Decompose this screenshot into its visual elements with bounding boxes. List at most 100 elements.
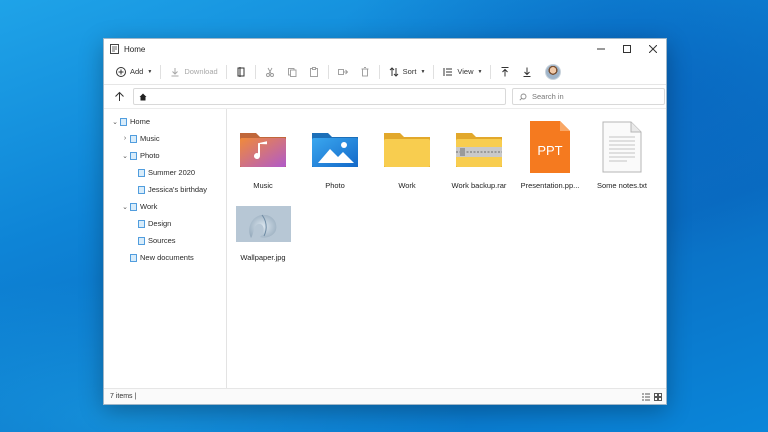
sidebar-item-work[interactable]: ⌄ Work: [104, 198, 226, 215]
chevron-down-icon: ⌄: [122, 152, 128, 160]
sidebar-item-photo[interactable]: ⌄ Photo: [104, 147, 226, 164]
rename-button[interactable]: [230, 62, 252, 82]
sort-label: Sort: [402, 67, 417, 76]
image-thumbnail: [235, 206, 291, 242]
document-icon: [138, 236, 145, 245]
status-bar: 7 items |: [104, 388, 666, 404]
view-label: View: [457, 67, 474, 76]
sidebar-item-label: Jessica's birthday: [148, 185, 207, 194]
toolbar-divider: [254, 64, 256, 79]
view-button[interactable]: View ▼: [437, 62, 487, 82]
file-grid: Music Photo Work Work backup.rar PPT Pre…: [227, 109, 666, 389]
user-avatar[interactable]: [545, 63, 562, 80]
rename-icon: [237, 66, 245, 77]
toolbar: Add ▼ Download Sort ▼ View ▼: [104, 59, 666, 85]
chevron-down-icon: ▼: [147, 68, 153, 75]
toolbar-divider: [160, 64, 162, 79]
ppt-badge-text: PPT: [537, 143, 562, 158]
sidebar-item-label: Design: [148, 219, 172, 228]
file-label: Presentation.pp...: [520, 181, 580, 190]
file-item-wallpaper[interactable]: Wallpaper.jpg: [227, 201, 299, 262]
copy-button[interactable]: [281, 62, 303, 82]
details-view-icon: [641, 393, 650, 400]
minimize-button[interactable]: [588, 39, 614, 59]
zip-folder-icon: [456, 133, 502, 167]
copy-icon: [287, 67, 297, 77]
upload-button[interactable]: [494, 62, 516, 82]
document-icon: [130, 134, 137, 143]
sidebar-item-label: Home: [130, 117, 151, 126]
download-arrow-button[interactable]: [516, 62, 538, 82]
toolbar-divider: [327, 64, 329, 79]
file-item-music[interactable]: Music: [227, 123, 299, 190]
file-label: Wallpaper.jpg: [240, 253, 286, 262]
download-icon: [171, 67, 179, 76]
text-file-icon: [602, 121, 642, 173]
paste-button[interactable]: [303, 62, 325, 82]
file-label: Photo: [325, 181, 345, 190]
document-icon: [138, 168, 145, 177]
tiles-view-toggle[interactable]: [653, 392, 662, 401]
file-label: Music: [253, 181, 273, 190]
close-icon: [649, 45, 657, 53]
sidebar-item-design[interactable]: Design: [104, 215, 226, 232]
sidebar-item-summer-2020[interactable]: Summer 2020: [104, 164, 226, 181]
details-view-toggle[interactable]: [641, 392, 650, 401]
chevron-down-icon: ▼: [477, 68, 483, 75]
file-item-presentation[interactable]: PPT Presentation.pp...: [514, 119, 586, 190]
chevron-down-icon: ⌄: [112, 118, 118, 126]
tiles-view-icon: [653, 392, 662, 401]
arrow-down-icon: [523, 67, 531, 77]
plus-circle-icon: [116, 66, 126, 77]
maximize-icon: [623, 45, 631, 53]
sort-button[interactable]: Sort ▼: [383, 62, 431, 82]
search-placeholder: Search in: [532, 92, 564, 101]
download-button[interactable]: Download: [164, 62, 222, 82]
sidebar-item-label: Photo: [140, 151, 160, 160]
sidebar-item-label: Sources: [148, 236, 176, 245]
trash-icon: [361, 66, 369, 76]
photo-folder-icon: [312, 133, 358, 167]
file-item-photo[interactable]: Photo: [299, 123, 371, 190]
maximize-button[interactable]: [614, 39, 640, 59]
cut-button[interactable]: [259, 62, 281, 82]
home-icon: [139, 93, 147, 100]
up-button[interactable]: [112, 90, 126, 104]
document-icon: [120, 117, 127, 126]
chevron-down-icon: ▼: [420, 68, 426, 75]
sidebar-item-label: New documents: [140, 253, 194, 262]
file-label: Some notes.txt: [596, 181, 648, 190]
document-icon: [130, 151, 137, 160]
sidebar-item-sources[interactable]: Sources: [104, 232, 226, 249]
sidebar-item-new-documents[interactable]: New documents: [104, 249, 226, 266]
file-item-work-backup[interactable]: Work backup.rar: [443, 123, 515, 190]
chevron-right-icon: ›: [123, 135, 127, 142]
arrow-up-icon: [114, 91, 124, 101]
upload-icon: [501, 66, 509, 76]
sidebar-item-home[interactable]: ⌄ Home: [104, 113, 226, 130]
toolbar-divider: [225, 64, 227, 79]
paste-icon: [309, 66, 318, 77]
path-field[interactable]: [133, 88, 506, 105]
toolbar-divider: [433, 64, 435, 79]
sort-icon: [389, 66, 399, 77]
music-folder-icon: [240, 133, 286, 167]
file-item-work[interactable]: Work: [371, 123, 443, 190]
navigation-tree: ⌄ Home › Music ⌄ Photo Summer 2020 Jessi…: [104, 109, 227, 389]
sidebar-item-label: Work: [140, 202, 158, 211]
delete-button[interactable]: [354, 62, 376, 82]
scissors-icon: [265, 67, 274, 77]
move-button[interactable]: [332, 62, 354, 82]
document-icon: [138, 185, 145, 194]
sidebar-item-music[interactable]: › Music: [104, 130, 226, 147]
add-button[interactable]: Add ▼: [110, 62, 157, 82]
file-item-some-notes[interactable]: Some notes.txt: [586, 119, 658, 190]
close-button[interactable]: [640, 39, 666, 59]
ppt-file-icon: PPT: [530, 121, 570, 173]
document-icon: [130, 253, 137, 262]
document-app-icon: [110, 44, 119, 54]
search-input[interactable]: Search in: [512, 88, 665, 105]
sidebar-item-jessicas-birthday[interactable]: Jessica's birthday: [104, 181, 226, 198]
download-label: Download: [184, 67, 218, 76]
add-label: Add: [130, 67, 144, 76]
